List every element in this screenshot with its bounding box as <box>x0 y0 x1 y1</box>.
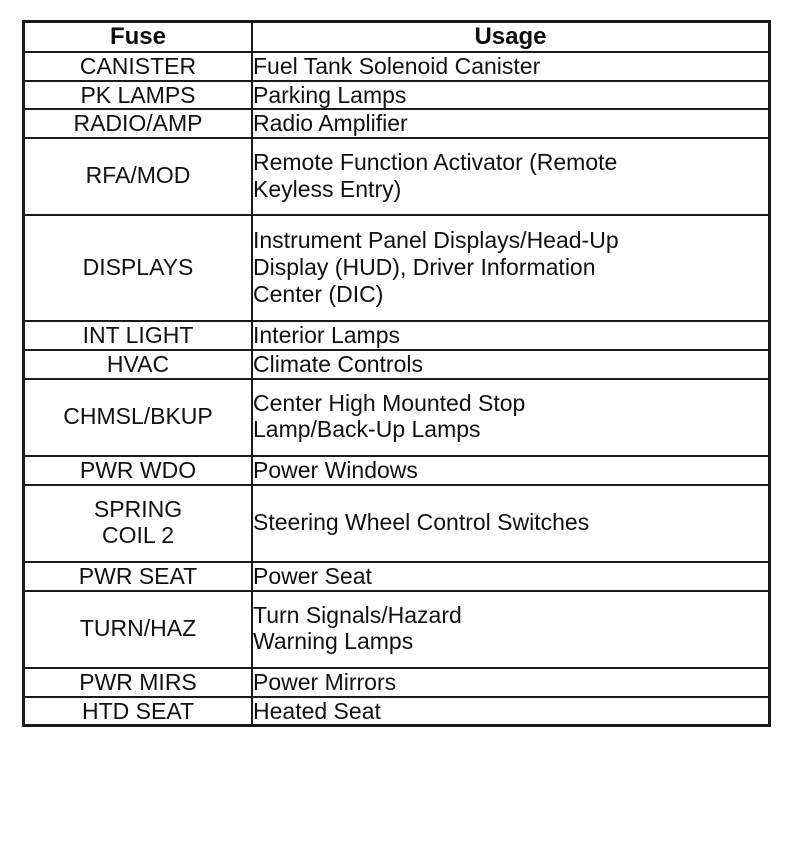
table-row: DISPLAYS Instrument Panel Displays/Head-U… <box>23 214 770 323</box>
table-body: CANISTER Fuel Tank Solenoid Canister PK LA… <box>23 50 770 727</box>
fuse-table-page: Fuse Usage CANISTER Fuel Tank Solenoid Ca… <box>0 0 796 867</box>
cell-fuse-name: PWR MIRS <box>23 666 253 698</box>
cell-fuse-name: CANISTER <box>23 50 253 82</box>
table-row: HVAC Climate Controls <box>23 348 770 380</box>
cell-fuse-usage: Interior Lamps <box>251 320 770 351</box>
fuse-usage-table: Fuse Usage CANISTER Fuel Tank Solenoid Ca… <box>22 19 771 728</box>
cell-fuse-usage: Steering Wheel Control Switches <box>251 483 770 563</box>
cell-fuse-name: PK LAMPS <box>23 79 253 111</box>
table-row: INT LIGHT Interior Lamps <box>23 320 770 351</box>
table-row: HTD SEAT Heated Seat <box>23 695 770 727</box>
table-row: PWR SEAT Power Seat <box>23 560 770 592</box>
cell-fuse-name: TURN/HAZ <box>23 589 253 669</box>
cell-fuse-usage: Power Windows <box>251 454 770 486</box>
cell-fuse-name: PWR WDO <box>23 454 253 486</box>
column-header-usage: Usage <box>251 21 770 53</box>
cell-fuse-name: HTD SEAT <box>23 695 253 727</box>
cell-fuse-usage: Center High Mounted Stop Lamp/Back-Up La… <box>251 377 770 457</box>
cell-fuse-name: RFA/MOD <box>23 136 253 217</box>
table-row: PK LAMPS Parking Lamps <box>23 79 770 111</box>
cell-fuse-usage: Parking Lamps <box>251 79 770 111</box>
cell-fuse-name: HVAC <box>23 348 253 380</box>
cell-fuse-name: INT LIGHT <box>23 320 253 351</box>
table-header-row: Fuse Usage <box>23 21 770 53</box>
cell-fuse-name: SPRING COIL 2 <box>23 483 253 563</box>
table-row: SPRING COIL 2 Steering Wheel Control Swit… <box>23 483 770 563</box>
cell-fuse-usage: Remote Function Activator (Remote Keyles… <box>251 136 770 217</box>
table-row: CANISTER Fuel Tank Solenoid Canister <box>23 50 770 82</box>
cell-fuse-usage: Radio Amplifier <box>251 108 770 139</box>
cell-fuse-usage: Climate Controls <box>251 348 770 380</box>
cell-fuse-name: CHMSL/BKUP <box>23 377 253 457</box>
table-row: RADIO/AMP Radio Amplifier <box>23 108 770 139</box>
cell-fuse-usage: Turn Signals/Hazard Warning Lamps <box>251 589 770 669</box>
cell-fuse-usage: Instrument Panel Displays/Head-Up Displa… <box>251 214 770 323</box>
table-header: Fuse Usage <box>23 21 770 53</box>
column-header-fuse: Fuse <box>23 21 253 53</box>
cell-fuse-usage: Heated Seat <box>251 695 770 727</box>
cell-fuse-name: DISPLAYS <box>23 214 253 323</box>
cell-fuse-name: PWR SEAT <box>23 560 253 592</box>
cell-fuse-usage: Fuel Tank Solenoid Canister <box>251 50 770 82</box>
table-row: PWR MIRS Power Mirrors <box>23 666 770 698</box>
cell-fuse-usage: Power Mirrors <box>251 666 770 698</box>
cell-fuse-name: RADIO/AMP <box>23 108 253 139</box>
cell-fuse-usage: Power Seat <box>251 560 770 592</box>
table-row: CHMSL/BKUP Center High Mounted Stop Lamp/… <box>23 377 770 457</box>
table-row: PWR WDO Power Windows <box>23 454 770 486</box>
table-row: TURN/HAZ Turn Signals/Hazard Warning Lamp… <box>23 589 770 669</box>
table-row: RFA/MOD Remote Function Activator (Remote… <box>23 136 770 217</box>
